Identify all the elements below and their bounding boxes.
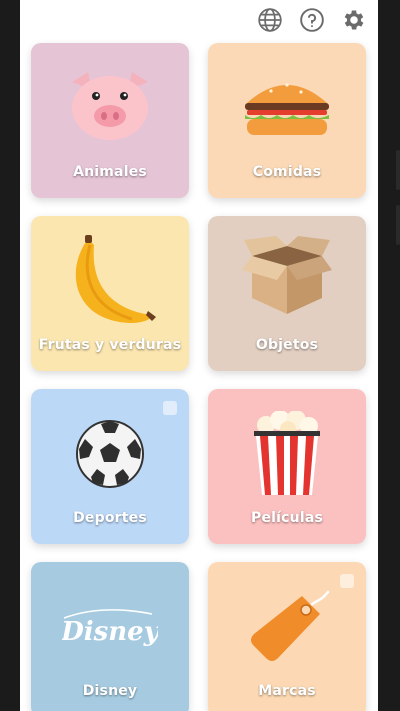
burger-icon: [208, 43, 366, 173]
category-card-animales[interactable]: Animales: [31, 43, 189, 198]
globe-icon[interactable]: [256, 6, 284, 34]
app-screen: Animales Comidas Frutas y verduras Objet…: [20, 0, 378, 711]
device-bezel-left: [0, 0, 20, 711]
device-bezel-right: [378, 0, 400, 711]
category-card-comidas[interactable]: Comidas: [208, 43, 366, 198]
price-tag-icon: [208, 562, 366, 692]
category-label: Películas: [251, 510, 323, 526]
category-label: Comidas: [252, 164, 322, 180]
device-volume-button: [396, 150, 400, 190]
category-card-peliculas[interactable]: Películas: [208, 389, 366, 544]
banana-icon: [31, 216, 189, 346]
soccer-ball-icon: [31, 389, 189, 519]
category-label: Marcas: [258, 683, 316, 699]
category-card-disney[interactable]: Disney Disney: [31, 562, 189, 711]
disney-logo: Disney: [31, 562, 189, 692]
category-card-objetos[interactable]: Objetos: [208, 216, 366, 371]
gear-icon[interactable]: [340, 6, 368, 34]
category-card-marcas[interactable]: Marcas: [208, 562, 366, 711]
top-toolbar: [256, 6, 368, 34]
category-label: Deportes: [73, 510, 147, 526]
category-label: Disney: [82, 683, 138, 699]
box-icon: [208, 216, 366, 346]
category-label: Objetos: [255, 337, 319, 353]
pig-icon: [31, 43, 189, 173]
category-card-frutas-y-verduras[interactable]: Frutas y verduras: [31, 216, 189, 371]
category-label: Frutas y verduras: [38, 337, 182, 353]
category-label: Animales: [73, 164, 147, 180]
popcorn-icon: [208, 389, 366, 519]
help-icon[interactable]: [298, 6, 326, 34]
device-power-button: [396, 205, 400, 245]
svg-text:Disney: Disney: [62, 617, 158, 647]
category-card-deportes[interactable]: Deportes: [31, 389, 189, 544]
